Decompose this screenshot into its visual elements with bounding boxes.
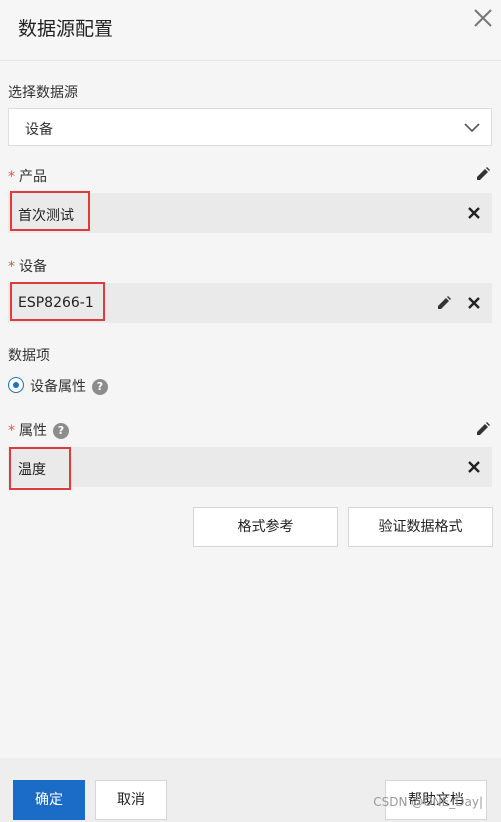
data-item-option: 设备属性? (30, 376, 108, 396)
attribute-label: * 属性? (8, 420, 69, 440)
edit-device-pencil-icon[interactable] (436, 295, 452, 311)
required-mark: * (8, 423, 15, 439)
verify-data-format-button[interactable]: 验证数据格式 (348, 507, 493, 547)
product-label: * 产品 (8, 166, 47, 186)
device-label-text: 设备 (19, 259, 47, 275)
highlight-box (9, 447, 71, 490)
edit-product-pencil-icon[interactable] (475, 166, 491, 182)
dialog-footer: 确定 取消 帮助文档 (0, 758, 501, 822)
datasource-label: 选择数据源 (8, 85, 78, 101)
datasource-value: 设备 (25, 122, 53, 138)
highlight-box (10, 191, 90, 231)
attribute-field[interactable]: 温度 (8, 447, 492, 487)
data-item-label: 数据项 (8, 348, 50, 364)
help-icon[interactable]: ? (53, 423, 69, 439)
cancel-button[interactable]: 取消 (95, 780, 167, 820)
attribute-label-text: 属性 (19, 423, 47, 439)
highlight-box (10, 282, 105, 321)
chevron-down-icon (464, 123, 480, 133)
close-icon[interactable] (469, 4, 497, 32)
radio-option-label: 设备属性 (30, 379, 86, 395)
help-icon[interactable]: ? (92, 379, 108, 395)
confirm-button[interactable]: 确定 (13, 780, 85, 820)
dialog-header: 数据源配置 (0, 0, 501, 61)
required-mark: * (8, 259, 15, 275)
radio-device-attribute[interactable] (8, 377, 24, 393)
watermark: CSDN @ONE_Day| (373, 795, 483, 809)
format-reference-button[interactable]: 格式参考 (193, 507, 338, 547)
product-label-text: 产品 (19, 169, 47, 185)
clear-product-close-icon[interactable] (466, 205, 482, 221)
edit-attribute-pencil-icon[interactable] (475, 421, 491, 437)
clear-device-close-icon[interactable] (466, 295, 482, 311)
clear-attribute-close-icon[interactable] (466, 459, 482, 475)
datasource-select[interactable]: 设备 (8, 108, 492, 146)
required-mark: * (8, 169, 15, 185)
dialog-title: 数据源配置 (18, 18, 114, 40)
device-label: * 设备 (8, 256, 47, 276)
